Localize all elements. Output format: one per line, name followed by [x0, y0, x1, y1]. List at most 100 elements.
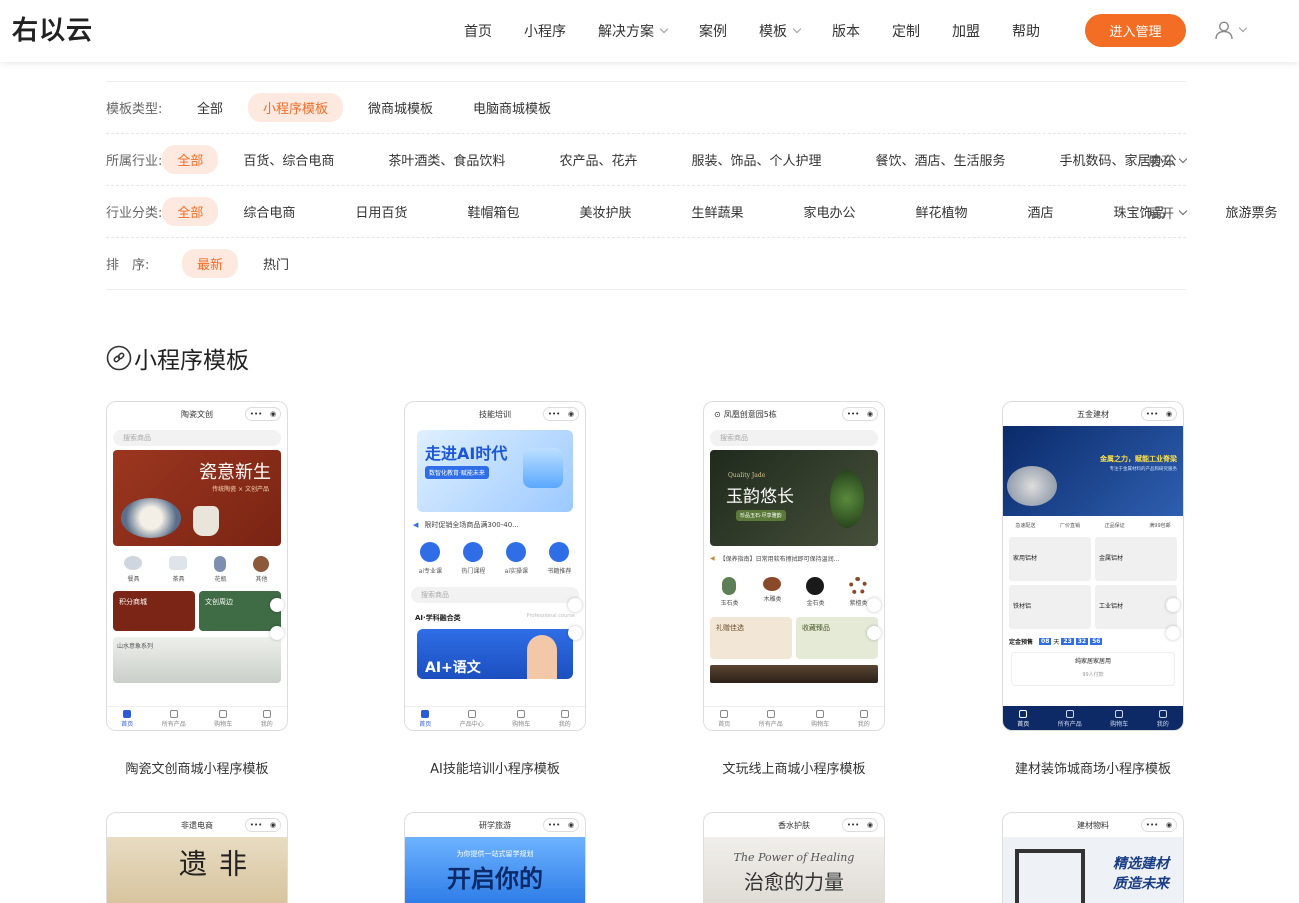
- user-icon: [1215, 21, 1233, 40]
- filter-chip[interactable]: 旅游票务: [1211, 197, 1293, 226]
- badge: 满99包邮: [1149, 523, 1171, 529]
- filter-chip[interactable]: 鲜花植物: [901, 197, 983, 226]
- phone-call-icon: [1166, 598, 1180, 612]
- template-card[interactable]: 研学旅游 ••• ◉ 为你提供一站式留学规划 开启你的: [404, 812, 586, 903]
- filter-chip-active[interactable]: 全部: [162, 197, 219, 226]
- countdown-digit: 32: [1075, 638, 1089, 645]
- user-icon: [262, 709, 271, 718]
- category-label: 书籍推荐: [547, 568, 572, 575]
- nav-label: 解决方案: [598, 24, 654, 40]
- filter-chip[interactable]: 餐饮、酒店、生活服务: [860, 145, 1020, 174]
- nav-item-miniprogram[interactable]: 小程序: [524, 21, 566, 41]
- phone-title: 陶瓷文创: [181, 409, 213, 419]
- nav-label: 定制: [892, 24, 920, 40]
- filter-chip[interactable]: 服装、饰品、个人护理: [676, 145, 836, 174]
- phone-tabbar: 首页 所有产品 购物车 我的: [1003, 706, 1183, 730]
- nav-item-cases[interactable]: 案例: [699, 21, 727, 41]
- cart-icon: [816, 709, 825, 718]
- filter-chip[interactable]: 全部: [182, 93, 238, 122]
- category-item: 其他: [253, 556, 270, 583]
- tab-label: 首页: [121, 720, 134, 728]
- category-label: ai实操课: [504, 568, 529, 575]
- banner-title: 治愈的力量: [744, 870, 844, 894]
- nav-item-custom[interactable]: 定制: [892, 21, 920, 41]
- banner-title: 开启你的: [447, 865, 543, 893]
- template-card[interactable]: 非遗电商 ••• ◉ 非遗: [106, 812, 288, 903]
- wechat-icon: [568, 626, 582, 640]
- card-title[interactable]: AI技能培训小程序模板: [404, 758, 586, 777]
- filter-chip[interactable]: 综合电商: [228, 197, 310, 226]
- nav-item-join[interactable]: 加盟: [952, 21, 980, 41]
- filter-chip[interactable]: 家电办公: [788, 197, 870, 226]
- tab-label: 购物车: [512, 720, 531, 728]
- template-card[interactable]: 香水护肤 ••• ◉ The Power of Healing 治愈的力量: [703, 812, 885, 903]
- tab-label: 所有产品: [1057, 720, 1082, 728]
- tab-label: 首页: [1017, 720, 1030, 728]
- speaker-icon: ◀: [413, 521, 419, 529]
- speaker-icon: ◀: [710, 555, 715, 562]
- enter-admin-button[interactable]: 进入管理: [1085, 14, 1186, 47]
- expand-category-button[interactable]: 展开: [1147, 203, 1188, 222]
- filter-chip[interactable]: 生鲜蔬果: [676, 197, 758, 226]
- card-title[interactable]: 文玩线上商城小程序模板: [703, 758, 885, 777]
- filter-chip[interactable]: 百货、综合电商: [228, 145, 349, 174]
- category-label: 茶具: [172, 576, 185, 583]
- ceramic-plate-image: [121, 498, 181, 538]
- phone-preview: 非遗电商 ••• ◉ 非遗: [106, 812, 288, 903]
- template-card[interactable]: 陶瓷文创 ••• ◉ 搜索商品 瓷意新生 传统陶瓷 × 文创产品 餐具 茶具 花瓶…: [106, 401, 288, 777]
- nav-item-home[interactable]: 首页: [464, 21, 492, 41]
- user-menu[interactable]: [1214, 20, 1248, 40]
- capsule-icon: ••• ◉: [842, 407, 878, 421]
- phone-header: 五金建材 ••• ◉: [1003, 402, 1183, 426]
- countdown-unit: 天: [1053, 639, 1060, 646]
- filter-chip[interactable]: 鞋帽箱包: [452, 197, 534, 226]
- filter-chip[interactable]: 日用百货: [340, 197, 422, 226]
- filter-chip-active[interactable]: 小程序模板: [248, 93, 344, 122]
- capsule-icon: ••• ◉: [842, 818, 878, 832]
- template-card[interactable]: 五金建材 ••• ◉ 金属之力，赋能工业脊梁 专注于金属材料的产品和研究服务 急速…: [1002, 401, 1184, 777]
- banner-en: Quality Jade: [728, 472, 766, 479]
- card-title[interactable]: 陶瓷文创商城小程序模板: [106, 758, 288, 777]
- template-card[interactable]: 技能培训 ••• ◉ 走进AI时代 数智化教育·赋能未来 ◀ 限时促销全场商品满30…: [404, 401, 586, 777]
- chevron-down-icon: [659, 24, 669, 34]
- filter-chip[interactable]: 酒店: [1013, 197, 1069, 226]
- filter-chip[interactable]: 电脑商城模板: [458, 93, 566, 122]
- card-title[interactable]: 建材装饰城商场小程序模板: [1002, 758, 1184, 777]
- banner-sub: 珍品玉石·尽享雅韵: [736, 510, 786, 521]
- main-nav: 首页 小程序 解决方案 案例 模板 版本 定制 加盟 帮助: [464, 0, 1072, 62]
- banner-image: The Power of Healing 治愈的力量: [704, 837, 884, 903]
- template-card[interactable]: 建材物料 ••• ◉ 精选建材 质造未来: [1002, 812, 1184, 903]
- tab-item: 我的: [261, 709, 273, 728]
- template-card[interactable]: ⊙ 凤凰创意园5栋 ••• ◉ 搜索商品 Quality Jade 玉韵悠长 珍品…: [703, 401, 885, 777]
- category-item: 茶具: [169, 556, 188, 583]
- tab-item: 产品中心: [460, 709, 484, 728]
- filter-chip[interactable]: 微商城模板: [353, 93, 448, 122]
- expand-industry-button[interactable]: 展开: [1148, 151, 1188, 170]
- filter-chip[interactable]: 茶叶酒类、食品饮料: [373, 145, 520, 174]
- site-logo[interactable]: 右以云: [12, 10, 93, 47]
- filter-chip[interactable]: 农产品、花卉: [544, 145, 652, 174]
- promo-row: 礼赠佳选 收藏臻品: [710, 617, 878, 659]
- expand-label: 展开: [1147, 207, 1174, 222]
- filter-chip-active[interactable]: 最新: [182, 249, 239, 278]
- filter-row-type: 模板类型: 全部 小程序模板 微商城模板 电脑商城模板: [106, 82, 1186, 134]
- countdown-digit: 23: [1061, 638, 1074, 645]
- nav-label: 版本: [832, 24, 860, 40]
- filter-chip[interactable]: 美妆护肤: [564, 197, 646, 226]
- jade-pendant-image: [830, 470, 864, 528]
- category-item: 木雕类: [763, 577, 782, 607]
- nav-item-help[interactable]: 帮助: [1012, 21, 1040, 41]
- promo-tile: 积分商城: [113, 591, 195, 631]
- nav-item-versions[interactable]: 版本: [832, 21, 860, 41]
- nav-item-solutions[interactable]: 解决方案: [598, 21, 669, 41]
- promo-tile: 礼赠佳选: [710, 617, 792, 659]
- phone-header: 建材物料 ••• ◉: [1003, 813, 1183, 837]
- wood-icon: [763, 577, 782, 591]
- filter-chip-active[interactable]: 全部: [162, 145, 219, 174]
- link-icon: [106, 345, 132, 371]
- banner-image: 精选建材 质造未来: [1003, 837, 1183, 903]
- filter-chip[interactable]: 热门: [248, 249, 304, 278]
- section-heading: 小程序模板: [106, 341, 249, 375]
- nav-item-templates[interactable]: 模板: [759, 21, 802, 41]
- tab-item: 所有产品: [162, 709, 186, 728]
